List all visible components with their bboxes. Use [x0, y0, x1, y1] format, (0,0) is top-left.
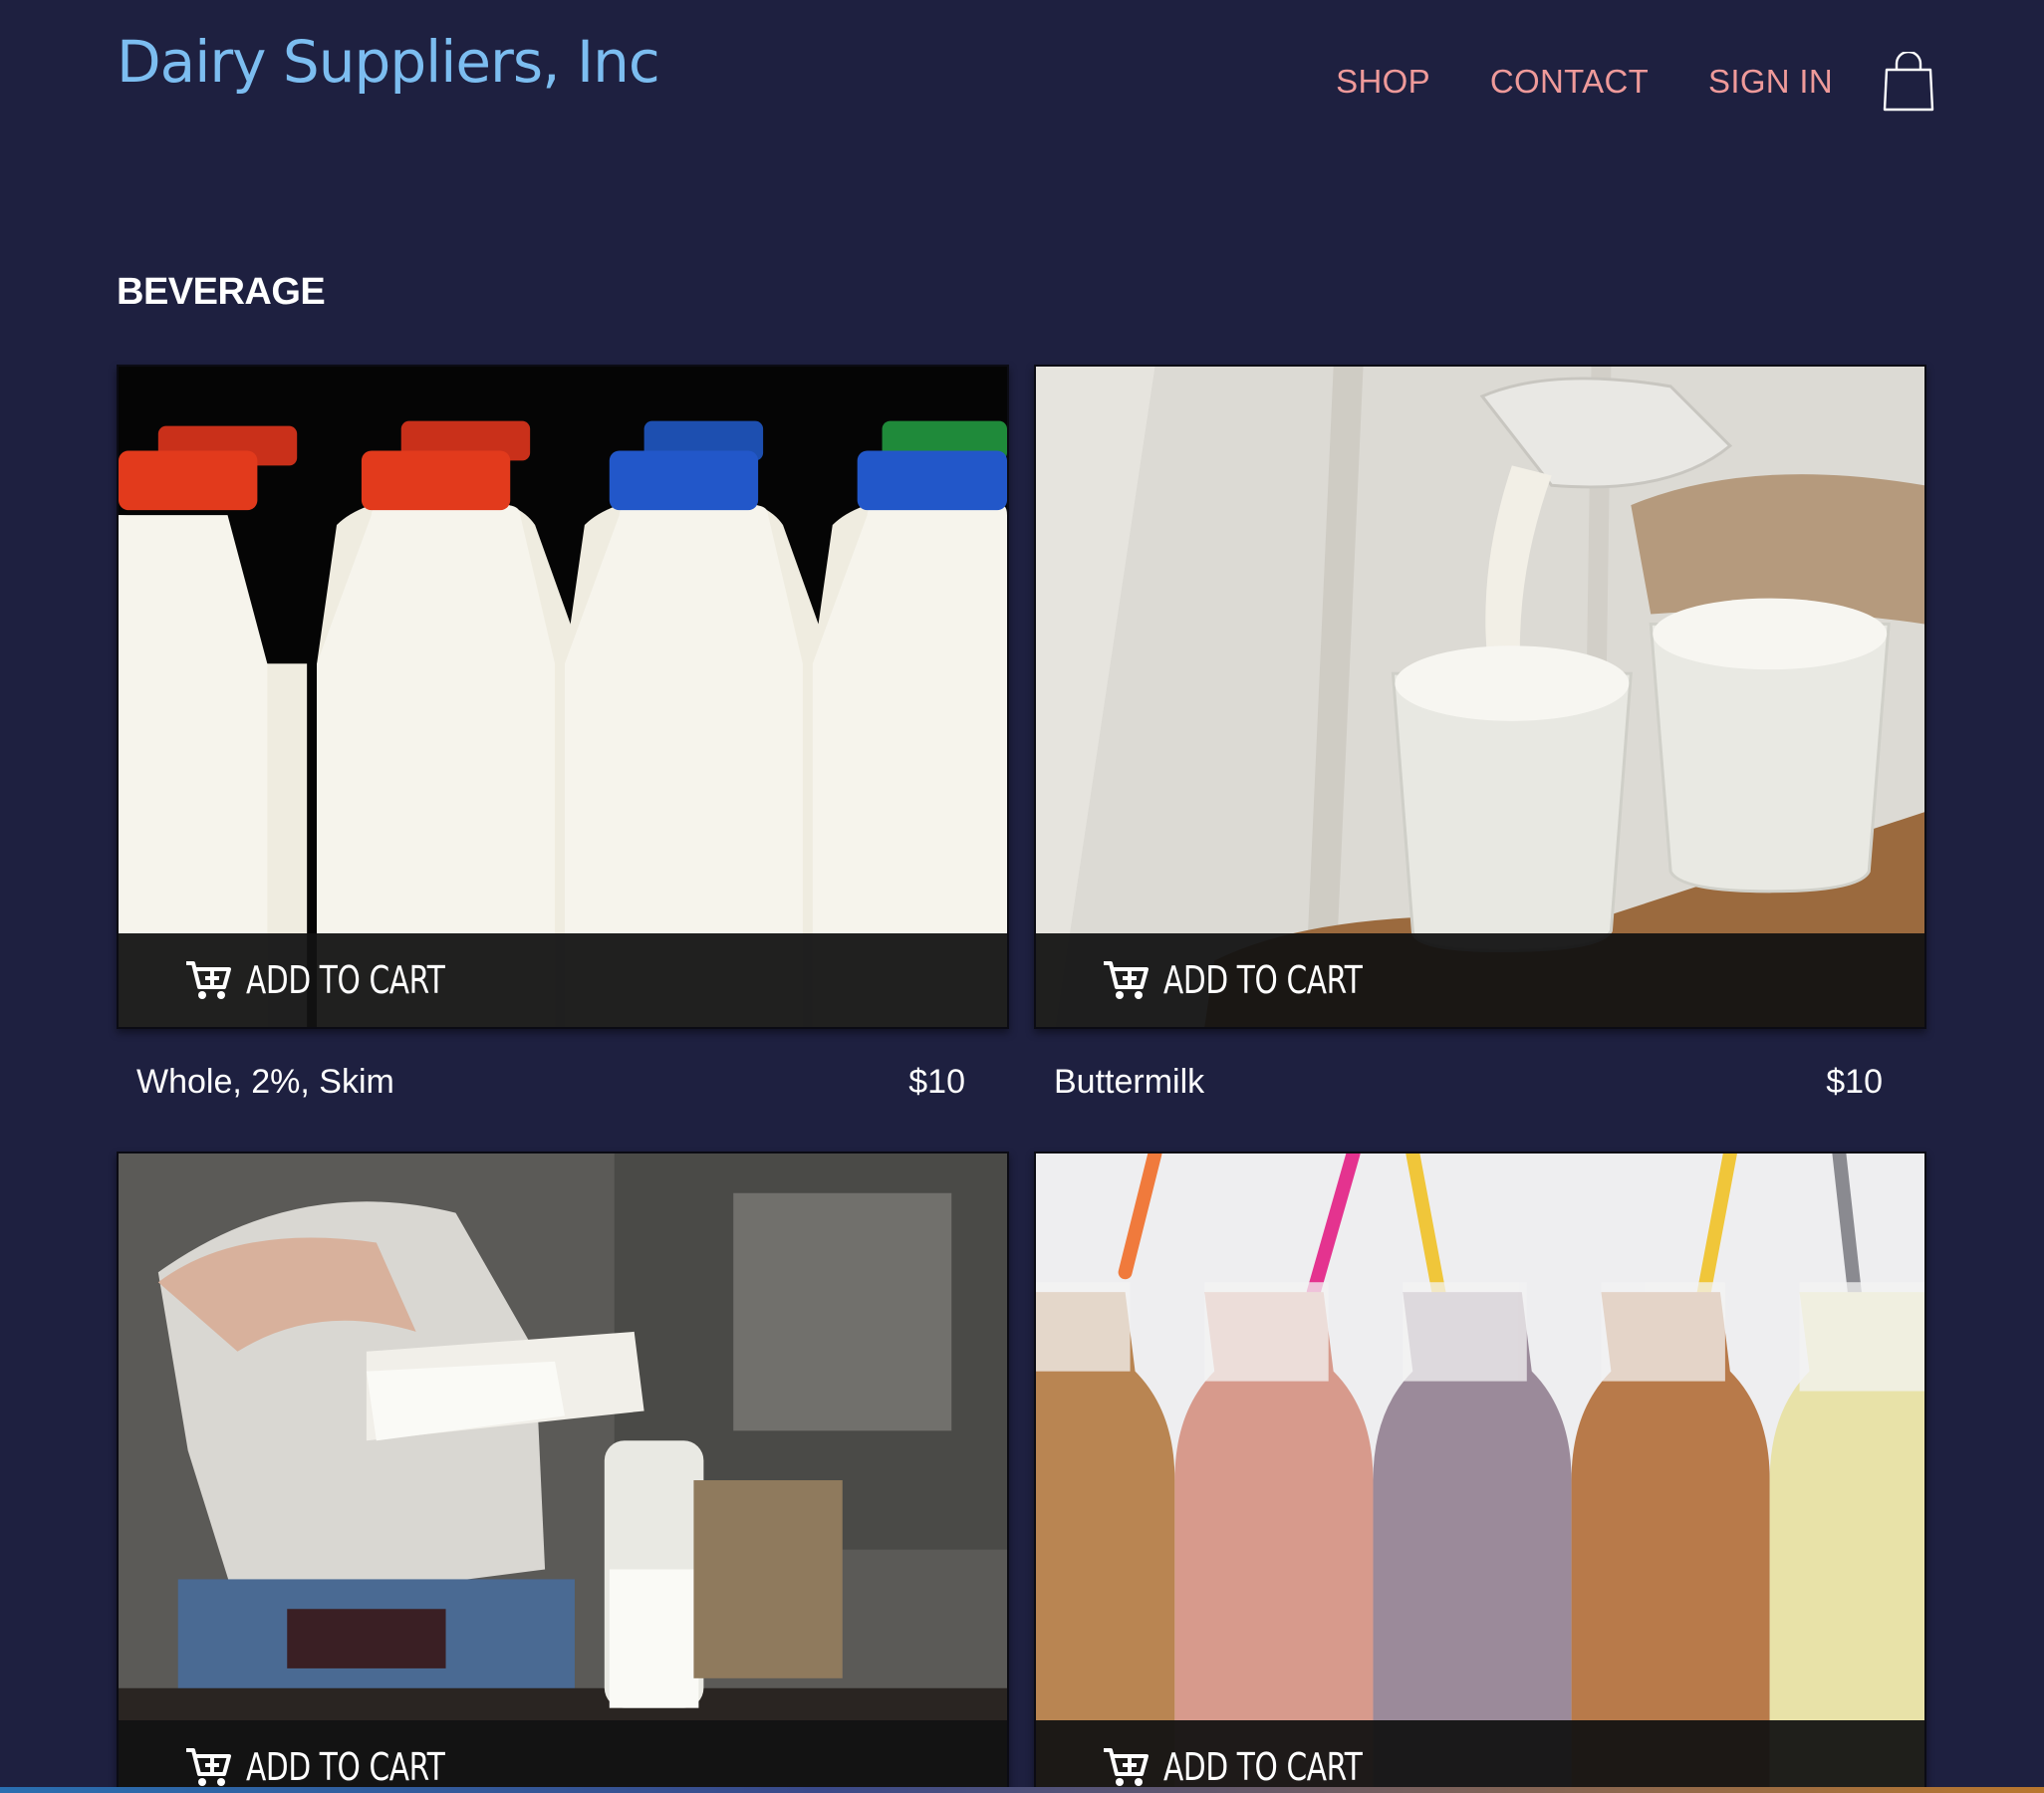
section-title: BEVERAGE: [117, 271, 326, 313]
nav-sign-in[interactable]: SIGN IN: [1708, 63, 1833, 101]
shopping-bag-icon[interactable]: [1883, 52, 1934, 112]
product-card: ADD TO CART Buttermilk $10: [1034, 365, 1926, 1102]
add-to-cart-label: ADD TO CART: [1163, 958, 1363, 1002]
cart-plus-icon: [186, 961, 231, 999]
cart-plus-icon: [1104, 1748, 1149, 1786]
nav-shop[interactable]: SHOP: [1336, 63, 1430, 101]
product-meta: Buttermilk $10: [1034, 1029, 1926, 1102]
cart-plus-icon: [186, 1748, 231, 1786]
product-name: Whole, 2%, Skim: [136, 1063, 394, 1101]
milk-bottles-image: [119, 367, 1007, 1027]
product-image-pouring-milk[interactable]: ADD TO CART: [117, 1152, 1009, 1793]
cart-plus-icon: [1104, 961, 1149, 999]
product-name: Buttermilk: [1054, 1063, 1205, 1101]
add-to-cart-label: ADD TO CART: [246, 958, 445, 1002]
product-price: $10: [908, 1063, 965, 1101]
add-to-cart-label: ADD TO CART: [246, 1745, 445, 1789]
product-image-milkshakes[interactable]: ADD TO CART: [1034, 1152, 1926, 1793]
product-meta: Whole, 2%, Skim $10: [117, 1029, 1009, 1102]
add-to-cart-button[interactable]: ADD TO CART: [119, 933, 1007, 1027]
nav-contact[interactable]: CONTACT: [1490, 63, 1649, 101]
add-to-cart-button[interactable]: ADD TO CART: [1036, 933, 1924, 1027]
product-image-milk-bottles[interactable]: ADD TO CART: [117, 365, 1009, 1029]
product-image-buttermilk[interactable]: ADD TO CART: [1034, 365, 1926, 1029]
add-to-cart-button[interactable]: ADD TO CART: [119, 1720, 1007, 1793]
brand-logo[interactable]: Dairy Suppliers, Inc: [117, 28, 660, 96]
page: Dairy Suppliers, Inc SHOP CONTACT SIGN I…: [0, 0, 2044, 1793]
product-card: ADD TO CART: [1034, 1152, 1926, 1793]
milkshakes-image: [1036, 1153, 1924, 1793]
pouring-milk-image: [119, 1153, 1007, 1793]
add-to-cart-button[interactable]: ADD TO CART: [1036, 1720, 1924, 1793]
bottom-accent-strip: [0, 1787, 2044, 1793]
buttermilk-image: [1036, 367, 1924, 1027]
product-card: ADD TO CART Whole, 2%, Skim $10: [117, 365, 1009, 1102]
add-to-cart-label: ADD TO CART: [1163, 1745, 1363, 1789]
product-price: $10: [1826, 1063, 1883, 1101]
main-nav: SHOP CONTACT SIGN IN: [1276, 52, 1934, 112]
product-card: ADD TO CART: [117, 1152, 1009, 1793]
